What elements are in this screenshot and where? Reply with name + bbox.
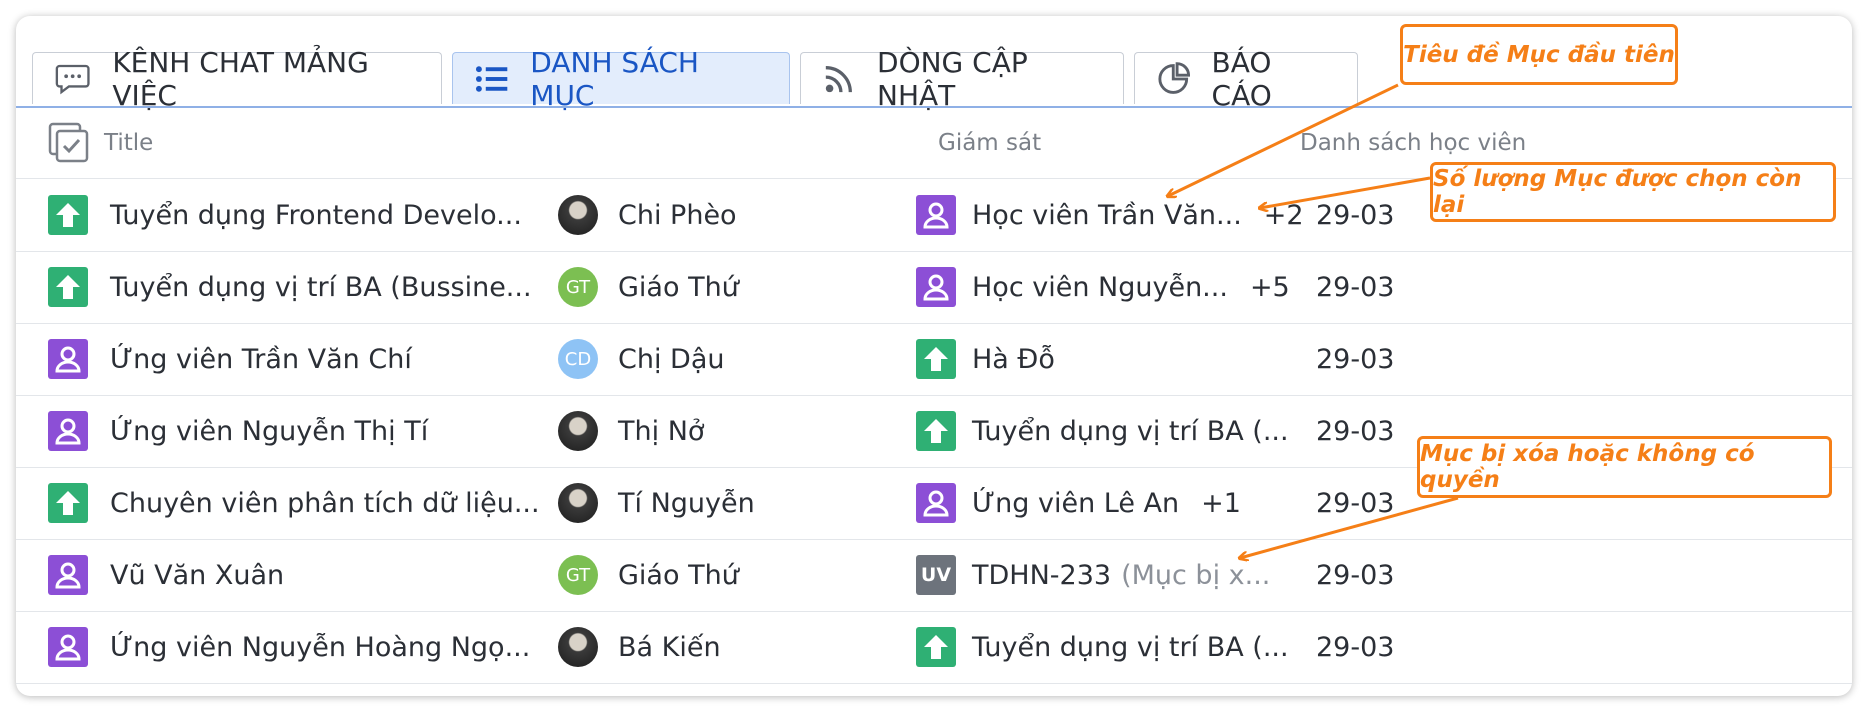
arrow-first-title (1168, 83, 1399, 196)
arrow-remaining-count (1260, 176, 1431, 208)
arrow-deleted-item (1240, 496, 1459, 558)
callout-arrows (0, 83, 1459, 714)
